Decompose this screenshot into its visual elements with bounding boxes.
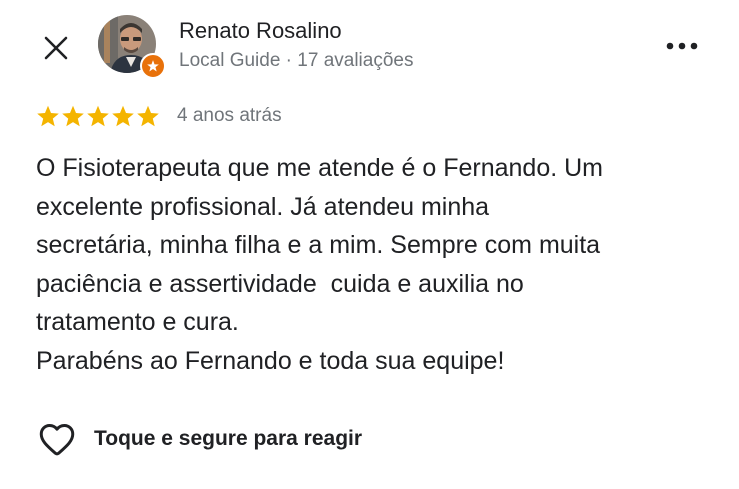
react-label: Toque e segure para reagir (94, 427, 363, 450)
star-icon (37, 105, 59, 127)
more-horizontal-icon (666, 42, 698, 50)
local-guide-star-icon (147, 60, 159, 72)
author-name[interactable]: Renato Rosalino (179, 18, 342, 44)
close-button[interactable] (36, 28, 76, 68)
star-icon (87, 105, 109, 127)
review-card: Renato Rosalino Local Guide · 17 avaliaç… (0, 0, 739, 489)
review-text: O Fisioterapeuta que me atende é o Ferna… (36, 154, 603, 375)
close-icon (44, 36, 68, 60)
star-rating (36, 104, 160, 128)
react-button[interactable]: Toque e segure para reagir (36, 418, 362, 460)
more-options-button[interactable] (660, 32, 704, 60)
star-icon (62, 105, 84, 127)
author-avatar-wrap[interactable] (98, 15, 166, 79)
heart-outline-icon (39, 424, 75, 456)
review-rating: 4 anos atrás (36, 104, 282, 128)
star-icon (112, 105, 134, 127)
review-date: 4 anos atrás (177, 105, 282, 126)
star-icon (137, 105, 159, 127)
local-guide-badge (140, 53, 166, 79)
author-meta: Local Guide · 17 avaliações (179, 50, 414, 71)
